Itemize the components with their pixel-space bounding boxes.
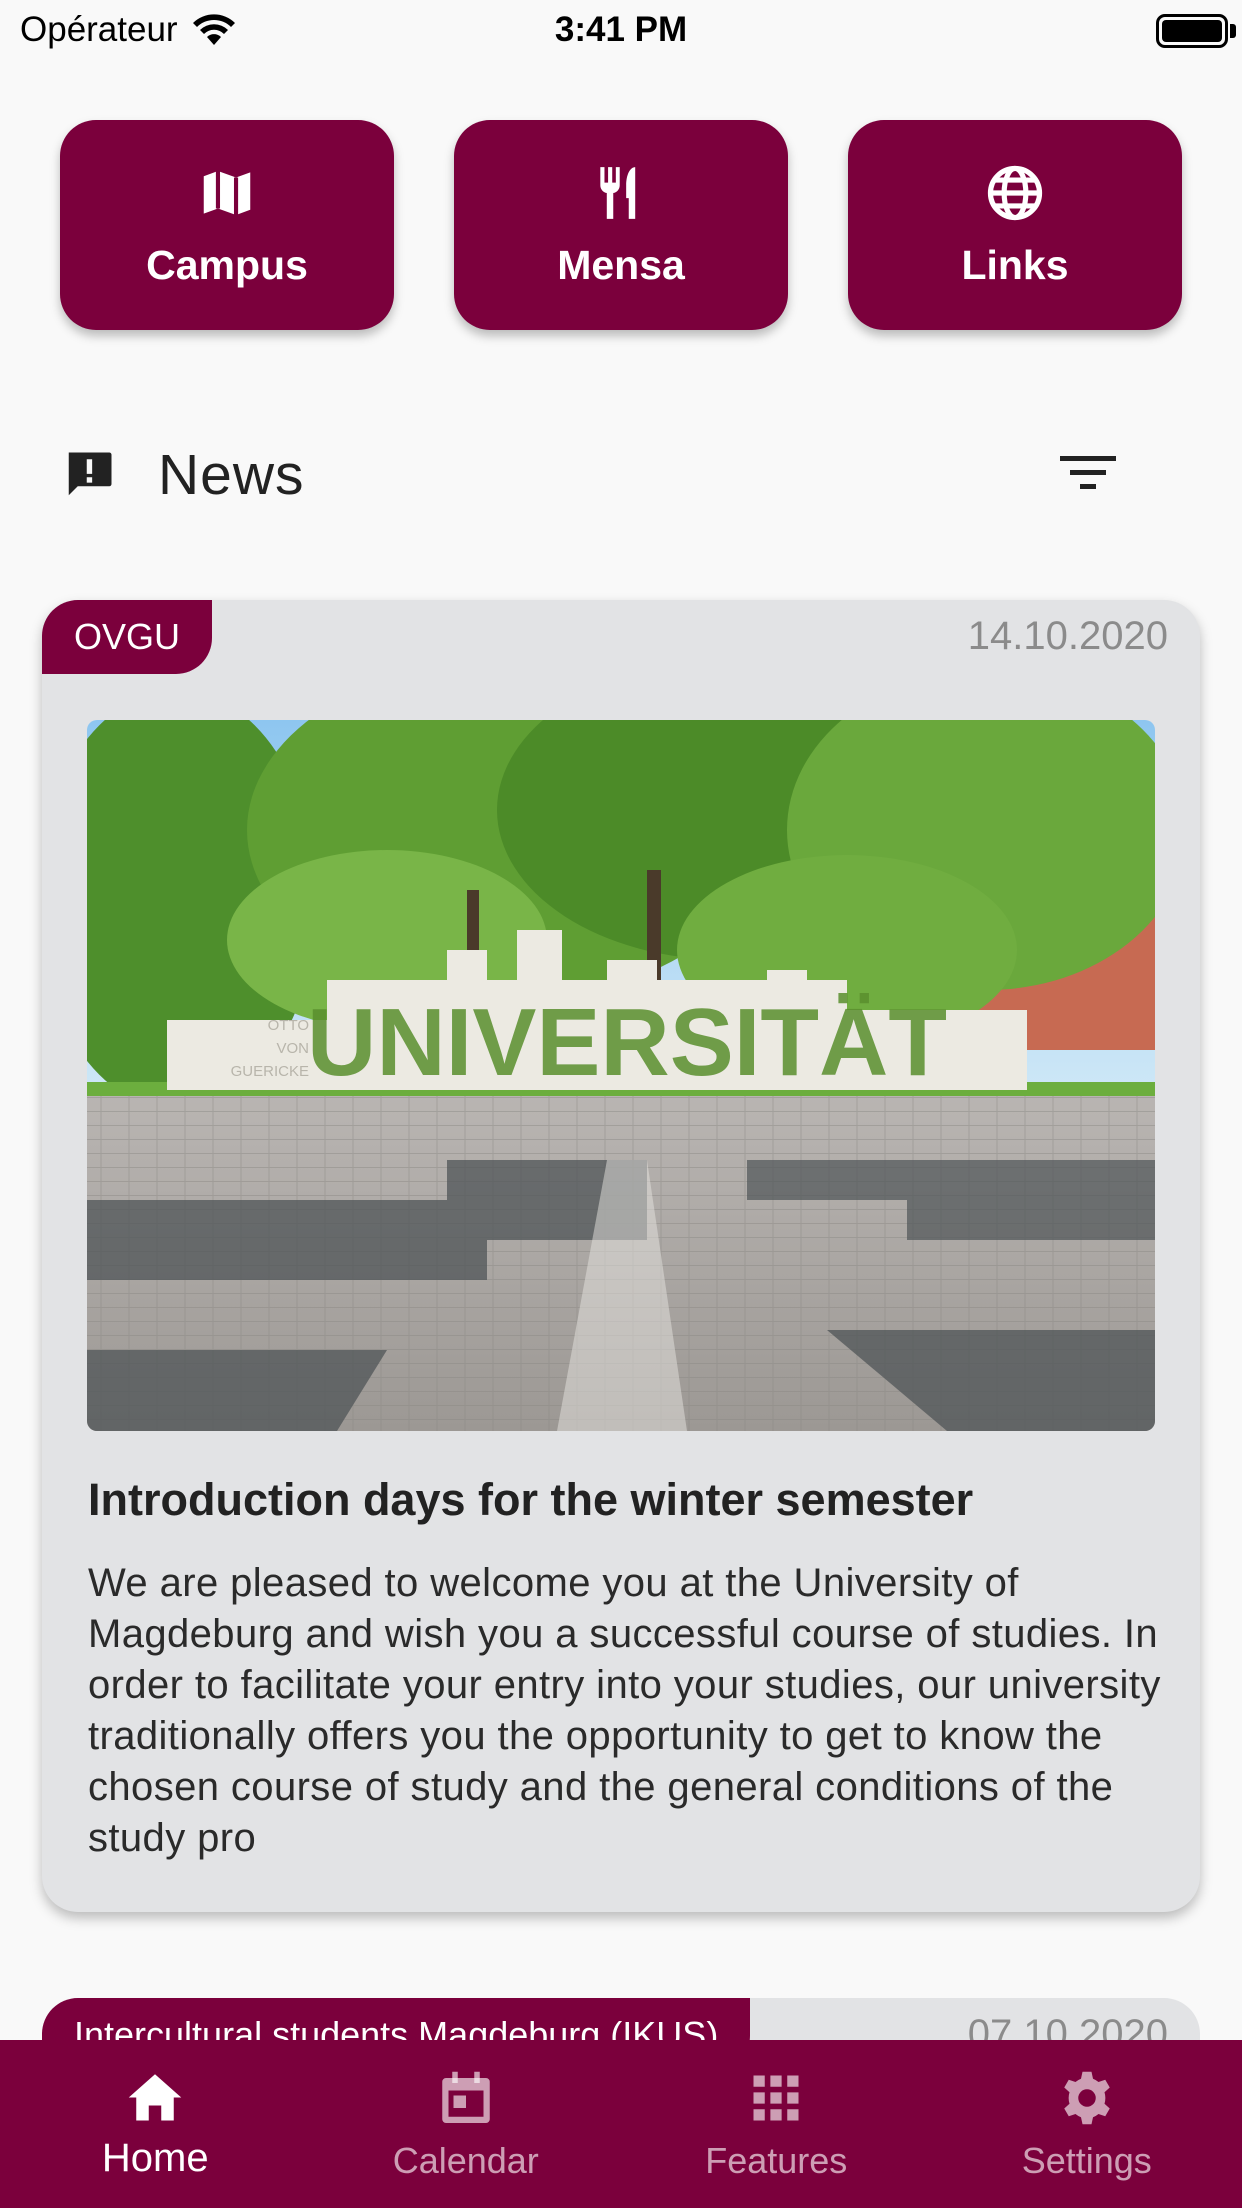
nav-calendar[interactable]: Calendar: [311, 2040, 622, 2208]
bottom-nav: Home Calendar Features Settings: [0, 2040, 1242, 2208]
globe-icon: [987, 165, 1043, 220]
announcement-icon: [68, 452, 112, 496]
gear-icon: [1064, 2071, 1110, 2125]
news-card-tag: OVGU: [42, 600, 213, 674]
nav-features-label: Features: [705, 2140, 848, 2181]
fork-knife-icon: [600, 166, 636, 219]
nav-home[interactable]: Home: [0, 2040, 311, 2208]
battery-icon: [1156, 14, 1228, 48]
grid-icon: [753, 2075, 799, 2121]
image-small-text-2: VON: [276, 1040, 309, 1057]
calendar-icon: [442, 2071, 490, 2123]
news-card-date: 14.10.2020: [967, 614, 1168, 658]
filter-icon[interactable]: [1058, 448, 1118, 498]
news-card-title: Introduction days for the winter semeste…: [88, 1474, 974, 1525]
news-title: News: [158, 443, 305, 507]
nav-home-label: Home: [101, 2136, 209, 2180]
links-button[interactable]: Links: [848, 120, 1182, 330]
status-time: 3:41 PM: [554, 10, 688, 49]
quick-links: Campus Mensa Links: [0, 120, 1242, 330]
image-sign-text: UNIVERSITÄT: [307, 989, 947, 1096]
battery-cap: [1230, 24, 1236, 38]
nav-calendar-label: Calendar: [392, 2140, 539, 2181]
mensa-label: Mensa: [557, 241, 685, 288]
news-card-image: UNIVERSITÄT OTTO VON GUERICKE: [87, 720, 1155, 1431]
news-header: News: [62, 440, 1180, 510]
news-card[interactable]: OVGU 14.10.2020 UNIVERSITÄT OTTO VON GUE…: [42, 600, 1200, 1912]
map-icon: [203, 170, 251, 215]
news-card-body: We are pleased to welcome you at the Uni…: [88, 1561, 1161, 1860]
nav-settings-label: Settings: [1021, 2140, 1152, 2181]
home-icon: [129, 2074, 182, 2121]
image-small-text-3: GUERICKE: [231, 1063, 309, 1080]
mensa-button[interactable]: Mensa: [454, 120, 788, 330]
nav-features[interactable]: Features: [621, 2040, 932, 2208]
links-label: Links: [961, 241, 1069, 288]
status-bar: Opérateur 3:41 PM: [0, 0, 1242, 64]
campus-button[interactable]: Campus: [60, 120, 394, 330]
image-small-text-1: OTTO: [268, 1017, 309, 1034]
campus-label: Campus: [146, 241, 308, 288]
nav-settings[interactable]: Settings: [932, 2040, 1242, 2208]
